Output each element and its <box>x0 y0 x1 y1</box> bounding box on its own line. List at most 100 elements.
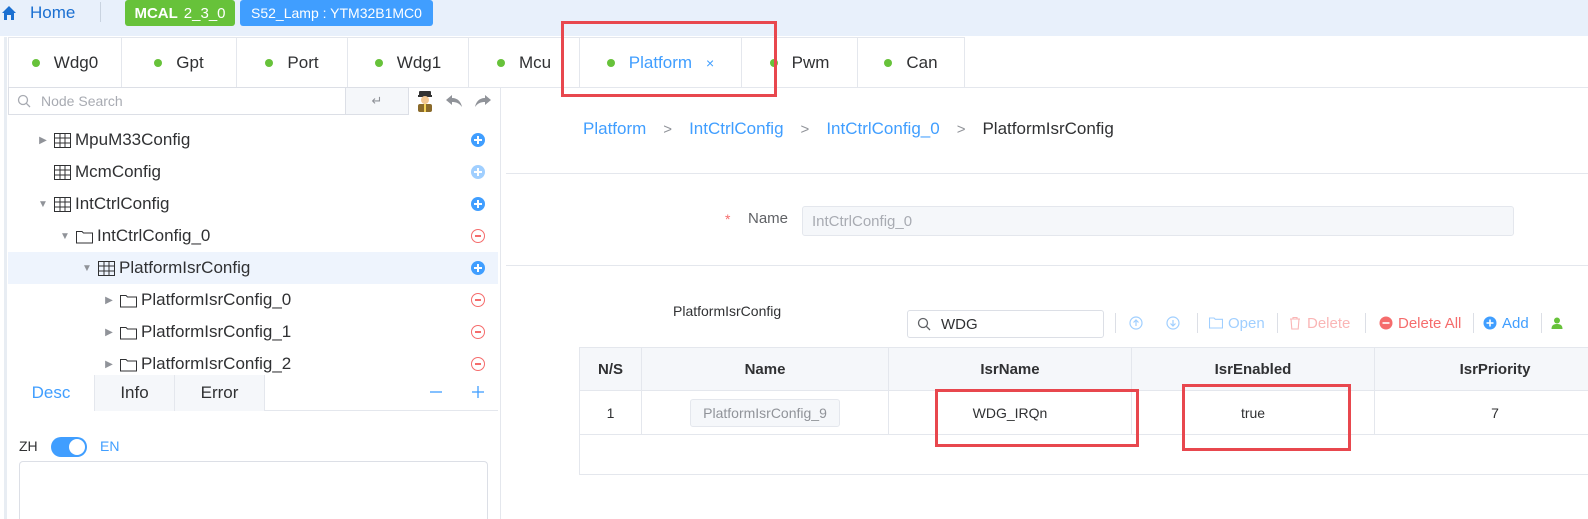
search-enter-button[interactable]: ↵ <box>345 87 409 115</box>
add-child-icon[interactable] <box>471 261 485 275</box>
node-search-input[interactable]: Node Search <box>8 87 345 115</box>
column-header-ns[interactable]: N/S <box>580 348 642 390</box>
cell-name[interactable]: PlatformIsrConfig_9 <box>642 391 889 434</box>
table-icon <box>98 260 115 276</box>
move-up-button[interactable] <box>1129 314 1148 332</box>
status-dot-icon <box>154 58 163 67</box>
remove-node-icon[interactable] <box>471 357 485 371</box>
language-toggle[interactable] <box>51 437 87 457</box>
tab-label: Wdg0 <box>53 52 99 72</box>
open-button[interactable]: Open <box>1209 314 1265 332</box>
project-tag[interactable]: S52_Lamp : YTM32B1MC0 <box>240 0 433 26</box>
name-field[interactable]: IntCtrlConfig_0 <box>802 206 1514 236</box>
caret-down-icon[interactable]: ▼ <box>38 199 48 210</box>
remove-node-icon[interactable] <box>471 229 485 243</box>
tab-error[interactable]: Error <box>175 375 265 411</box>
table-icon <box>54 132 71 148</box>
tree-node-mcm-config[interactable]: McmConfig <box>8 156 498 188</box>
search-icon <box>17 94 31 108</box>
search-icon <box>917 317 931 331</box>
add-child-icon[interactable] <box>471 165 485 179</box>
tab-label: Mcu <box>518 52 552 72</box>
delete-label: Delete <box>1307 314 1351 332</box>
tree-node-label: MpuM33Config <box>75 130 191 149</box>
tab-port[interactable]: Port <box>237 37 348 88</box>
user-button[interactable] <box>1550 314 1569 332</box>
tab-desc[interactable]: Desc <box>8 375 95 411</box>
tree-node-platform-isr-config[interactable]: ▼ PlatformIsrConfig <box>8 252 498 284</box>
tree-node-platform-isr-config-0[interactable]: ▶ PlatformIsrConfig_0 <box>8 284 498 316</box>
move-down-button[interactable] <box>1166 314 1185 332</box>
mcal-tag-version: 2_3_0 <box>183 4 226 22</box>
mcal-version-tag[interactable]: MCAL 2_3_0 <box>125 0 235 26</box>
expand-panel-icon[interactable] <box>470 384 486 400</box>
add-label: Add <box>1502 314 1529 332</box>
undo-icon[interactable] <box>440 87 467 115</box>
agent-avatar-icon[interactable] <box>411 87 438 115</box>
tab-info[interactable]: Info <box>95 375 175 411</box>
row-name-chip[interactable]: PlatformIsrConfig_9 <box>690 398 840 427</box>
tab-label: Gpt <box>176 52 204 72</box>
toolbar-separator <box>1277 313 1278 333</box>
caret-right-icon[interactable]: ▶ <box>104 327 114 338</box>
caret-down-icon[interactable]: ▼ <box>60 231 70 242</box>
add-button[interactable]: Add <box>1483 314 1529 332</box>
tree-node-label: PlatformIsrConfig_0 <box>141 290 292 309</box>
folder-icon <box>120 326 137 339</box>
search-placeholder: Node Search <box>41 93 123 109</box>
cell-isr-priority[interactable]: 7 <box>1375 391 1588 434</box>
breadcrumb-platform[interactable]: Platform <box>583 119 646 139</box>
home-link[interactable]: Home <box>0 2 75 24</box>
home-icon <box>2 6 16 20</box>
description-textarea[interactable] <box>19 461 488 519</box>
tab-can[interactable]: Can <box>858 37 965 88</box>
tab-wdg1[interactable]: Wdg1 <box>348 37 469 88</box>
breadcrumb-separator: > <box>800 120 810 138</box>
tree-node-int-ctrl-config-0[interactable]: ▼ IntCtrlConfig_0 <box>8 220 498 252</box>
column-header-name[interactable]: Name <box>642 348 889 390</box>
add-child-icon[interactable] <box>471 133 485 147</box>
user-icon <box>1551 317 1563 329</box>
redo-icon[interactable] <box>469 87 496 115</box>
column-header-isr-name[interactable]: IsrName <box>889 348 1132 390</box>
breadcrumb-int-ctrl-config-0[interactable]: IntCtrlConfig_0 <box>826 119 939 139</box>
tab-gpt[interactable]: Gpt <box>122 37 237 88</box>
required-mark: * <box>725 211 731 227</box>
caret-down-icon[interactable]: ▼ <box>82 263 92 274</box>
remove-node-icon[interactable] <box>471 293 485 307</box>
caret-right-icon[interactable]: ▶ <box>38 135 48 146</box>
caret-right-icon[interactable]: ▶ <box>104 295 114 306</box>
open-label: Open <box>1228 314 1265 332</box>
breadcrumb-int-ctrl-config[interactable]: IntCtrlConfig <box>689 119 783 139</box>
info-panel-tabs: Desc Info Error <box>8 375 498 411</box>
add-child-icon[interactable] <box>471 197 485 211</box>
tree-node-int-ctrl-config[interactable]: ▼ IntCtrlConfig <box>8 188 498 220</box>
column-header-isr-priority[interactable]: IsrPriority <box>1375 348 1588 390</box>
folder-icon <box>120 294 137 307</box>
collapse-panel-icon[interactable] <box>428 384 444 400</box>
table-search-value: WDG <box>941 315 978 333</box>
tree-node-label: PlatformIsrConfig_1 <box>141 322 292 341</box>
lang-en-label: EN <box>100 438 120 454</box>
arrow-down-circle-icon <box>1166 316 1180 330</box>
table-header: N/S Name IsrName IsrEnabled IsrPriority <box>580 348 1588 391</box>
status-dot-icon <box>374 58 383 67</box>
remove-node-icon[interactable] <box>471 325 485 339</box>
folder-icon <box>76 230 93 243</box>
caret-right-icon[interactable]: ▶ <box>104 359 114 370</box>
tree-node-label: IntCtrlConfig <box>75 194 170 213</box>
tab-wdg0[interactable]: Wdg0 <box>8 37 122 88</box>
tab-label: Can <box>906 52 938 72</box>
table-icon <box>54 164 71 180</box>
divider <box>100 2 101 22</box>
tree-node-platform-isr-config-1[interactable]: ▶ PlatformIsrConfig_1 <box>8 316 498 348</box>
table-icon <box>54 196 71 212</box>
delete-all-button[interactable]: Delete All <box>1379 314 1461 332</box>
tree-node-mpu-m33-config[interactable]: ▶ MpuM33Config <box>8 124 498 156</box>
delete-button[interactable]: Delete <box>1288 314 1350 332</box>
home-label: Home <box>30 3 76 22</box>
table-search-input[interactable]: WDG <box>907 310 1104 338</box>
toolbar-separator <box>1197 313 1198 333</box>
cell-ns: 1 <box>580 391 642 434</box>
divider <box>506 265 1588 266</box>
